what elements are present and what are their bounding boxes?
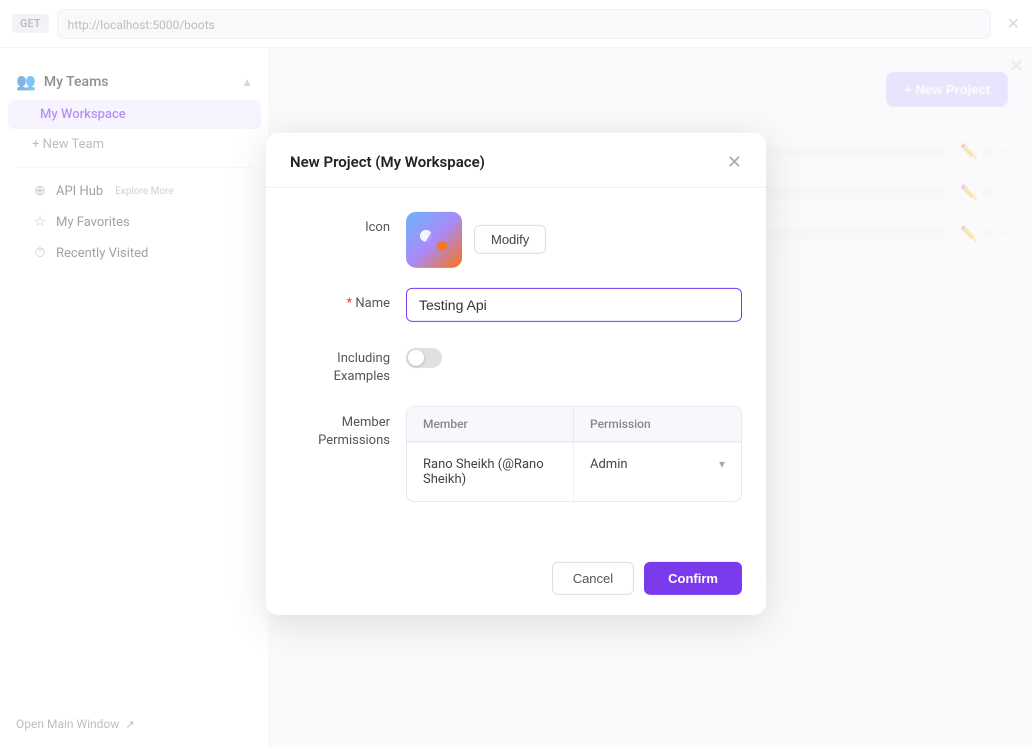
- member-cell: Rano Sheikh (@Rano Sheikh): [407, 443, 574, 501]
- permission-chevron-icon: ▾: [719, 457, 725, 471]
- permission-cell[interactable]: Admin ▾: [574, 443, 741, 501]
- confirm-button[interactable]: Confirm: [644, 562, 742, 595]
- icon-row: Icon Modify: [290, 211, 742, 267]
- dialog-footer: Cancel Confirm: [266, 546, 766, 615]
- permission-select[interactable]: Admin ▾: [590, 457, 725, 472]
- dialog-header: New Project (My Workspace) ✕: [266, 132, 766, 187]
- modify-icon-button[interactable]: Modify: [474, 225, 546, 254]
- icon-control: Modify: [406, 211, 742, 267]
- dialog-close-button[interactable]: ✕: [727, 152, 742, 170]
- col-permission: Permission: [574, 407, 741, 441]
- member-permissions-control: Member Permission Rano Sheikh (@Rano She…: [406, 406, 742, 502]
- table-header: Member Permission: [407, 407, 741, 442]
- member-permissions-table: Member Permission Rano Sheikh (@Rano She…: [406, 406, 742, 502]
- project-icon: [406, 211, 462, 267]
- member-permissions-label: MemberPermissions: [290, 406, 390, 450]
- table-row: Rano Sheikh (@Rano Sheikh) Admin ▾: [407, 442, 741, 501]
- toggle-knob: [408, 349, 424, 365]
- icon-label: Icon: [290, 211, 390, 234]
- including-examples-toggle[interactable]: [406, 347, 442, 367]
- including-examples-control: [406, 341, 742, 367]
- name-control: [406, 287, 742, 321]
- name-input[interactable]: [406, 287, 742, 321]
- dialog-title: New Project (My Workspace): [290, 152, 485, 170]
- name-row: Name: [290, 287, 742, 321]
- permission-value: Admin: [590, 457, 628, 472]
- dialog-body: Icon Modify Name: [266, 187, 766, 545]
- col-member: Member: [407, 407, 574, 441]
- new-project-dialog: New Project (My Workspace) ✕ Icon Modify: [266, 132, 766, 614]
- cancel-button[interactable]: Cancel: [552, 562, 634, 595]
- member-permissions-row: MemberPermissions Member Permission Rano…: [290, 406, 742, 502]
- name-label: Name: [290, 287, 390, 310]
- including-examples-label: IncludingExamples: [290, 341, 390, 385]
- including-examples-row: IncludingExamples: [290, 341, 742, 385]
